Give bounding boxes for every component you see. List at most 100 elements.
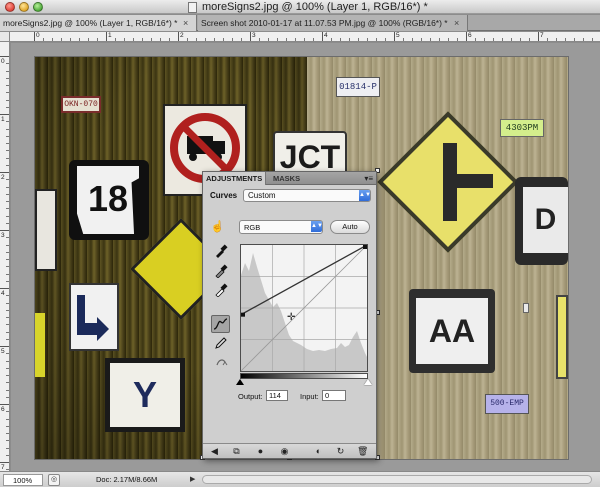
turn-arrow-graphic	[77, 295, 109, 341]
curve-point-tool-icon[interactable]	[211, 315, 230, 333]
tab-adjustments[interactable]: ADJUSTMENTS	[203, 172, 267, 185]
ruler-minor-tick	[6, 92, 9, 94]
view-previous-state-icon[interactable]: ◐	[313, 446, 324, 457]
ruler-minor-tick	[385, 38, 386, 41]
photoshop-window: moreSigns2.jpg @ 100% (Layer 1, RGB/16*)…	[0, 0, 600, 487]
panel-tab-bar: ADJUSTMENTS MASKS ▾≡	[203, 172, 376, 185]
preset-select[interactable]: Custom ▲▼	[243, 189, 371, 202]
ruler-minor-tick	[196, 38, 197, 41]
curve-control-point[interactable]	[363, 245, 367, 249]
auto-button[interactable]: Auto	[330, 220, 370, 234]
ruler-minor-tick	[259, 38, 260, 41]
tab-masks[interactable]: MASKS	[270, 172, 303, 185]
license-plate-sign: 01814-P	[336, 77, 380, 97]
ruler-minor-tick	[6, 193, 9, 195]
ruler-minor-tick	[286, 38, 287, 41]
close-window-button[interactable]	[5, 2, 15, 12]
smooth-curve-icon[interactable]	[213, 355, 229, 371]
status-info-icon[interactable]: ◎	[48, 474, 60, 486]
clip-to-layer-icon[interactable]: ●	[255, 446, 266, 457]
ruler-minor-tick	[6, 389, 9, 391]
tab-close-icon[interactable]: ×	[183, 15, 188, 31]
chevron-updown-icon: ▲▼	[311, 221, 323, 232]
ruler-number: 0	[1, 58, 5, 65]
plate-text: 01814-P	[339, 82, 377, 92]
status-bar: 100% ◎ Doc: 2.17M/8.66M ▶	[0, 471, 600, 487]
curve-graph-canvas[interactable]: ✛	[241, 245, 367, 371]
minimize-window-button[interactable]	[19, 2, 29, 12]
d-sign-face: D	[523, 187, 568, 253]
ruler-minor-tick	[6, 150, 9, 152]
channel-value: RGB	[244, 223, 261, 232]
gray-point-eyedropper-icon[interactable]	[213, 264, 229, 280]
horizontal-ruler[interactable]: 0 1 2 3 4 5 6 7	[10, 32, 600, 42]
ruler-tick	[0, 114, 9, 115]
ruler-tick	[250, 32, 251, 41]
visibility-eye-icon[interactable]: ◉	[279, 446, 290, 457]
ruler-number: 1	[108, 32, 112, 39]
ruler-minor-tick	[475, 38, 476, 41]
ruler-tick	[0, 404, 9, 405]
on-image-adjust-icon[interactable]: ☝	[210, 220, 225, 235]
back-arrow-icon[interactable]: ◀	[209, 446, 220, 457]
ruler-number: 7	[540, 32, 544, 39]
ruler-minor-tick	[349, 38, 350, 41]
ruler-minor-tick	[214, 38, 215, 41]
ruler-minor-tick	[6, 143, 9, 144]
ruler-minor-tick	[439, 38, 440, 41]
ruler-tick	[394, 32, 395, 41]
ruler-minor-tick	[6, 447, 9, 449]
black-point-eyedropper-icon[interactable]	[213, 244, 229, 260]
tab-label: moreSigns2.jpg @ 100% (Layer 1, RGB/16*)…	[3, 18, 178, 28]
route-number: 18	[87, 178, 129, 219]
ruler-number: 4	[1, 290, 5, 297]
ruler-minor-tick	[169, 38, 170, 41]
small-bolt	[523, 303, 529, 313]
route-18-shield: 18	[77, 166, 139, 234]
status-menu-arrow-icon[interactable]: ▶	[190, 474, 195, 486]
ruler-number: 2	[1, 174, 5, 181]
d-sign: D	[515, 177, 568, 265]
ruler-minor-tick	[6, 411, 9, 413]
ruler-minor-tick	[529, 38, 530, 41]
output-field[interactable]: 114	[266, 390, 288, 401]
ruler-minor-tick	[187, 38, 188, 41]
reset-icon[interactable]: ↻	[335, 446, 346, 457]
zoom-window-button[interactable]	[33, 2, 43, 12]
white-point-slider[interactable]	[364, 379, 372, 385]
ruler-tick	[178, 32, 179, 41]
document-tab-moresigns2[interactable]: moreSigns2.jpg @ 100% (Layer 1, RGB/16*)…	[0, 15, 197, 31]
ruler-minor-tick	[6, 280, 9, 282]
curve-graph[interactable]: ✛	[240, 244, 368, 372]
ruler-minor-tick	[70, 38, 71, 41]
ruler-minor-tick	[115, 38, 116, 41]
document-tab-screenshot[interactable]: Screen shot 2010-01-17 at 11.07.53 PM.jp…	[198, 15, 468, 31]
expand-view-icon[interactable]: ⧉	[231, 446, 242, 457]
ruler-minor-tick	[6, 186, 9, 188]
trash-icon[interactable]: 🗑	[357, 446, 368, 457]
horizontal-scrollbar[interactable]	[202, 475, 592, 484]
window-title: moreSigns2.jpg @ 100% (Layer 1, RGB/16*)…	[202, 1, 428, 13]
ruler-minor-tick	[6, 266, 9, 268]
zoom-level-field[interactable]: 100%	[3, 474, 43, 486]
aa-sign-face: AA	[416, 298, 488, 364]
ruler-minor-tick	[6, 215, 9, 217]
ruler-minor-tick	[6, 106, 9, 108]
tab-close-icon[interactable]: ×	[454, 15, 459, 31]
ruler-origin[interactable]	[0, 32, 10, 42]
vertical-ruler[interactable]: 0 1 2 3 4 5 6 7	[0, 42, 10, 471]
ruler-minor-tick	[6, 302, 9, 304]
pencil-draw-icon[interactable]	[213, 336, 229, 352]
panel-menu-icon[interactable]: ▾≡	[364, 172, 373, 185]
ruler-number: 3	[1, 232, 5, 239]
ruler-minor-tick	[6, 331, 9, 333]
white-point-eyedropper-icon[interactable]	[213, 283, 229, 299]
ruler-number: 3	[252, 32, 256, 39]
black-point-slider[interactable]	[236, 379, 244, 385]
input-field[interactable]: 0	[322, 390, 346, 401]
ruler-minor-tick	[268, 38, 269, 41]
document-icon	[188, 2, 197, 13]
ruler-tick	[34, 32, 35, 41]
channel-select[interactable]: RGB ▲▼	[239, 220, 323, 234]
curve-control-point[interactable]	[241, 312, 245, 317]
